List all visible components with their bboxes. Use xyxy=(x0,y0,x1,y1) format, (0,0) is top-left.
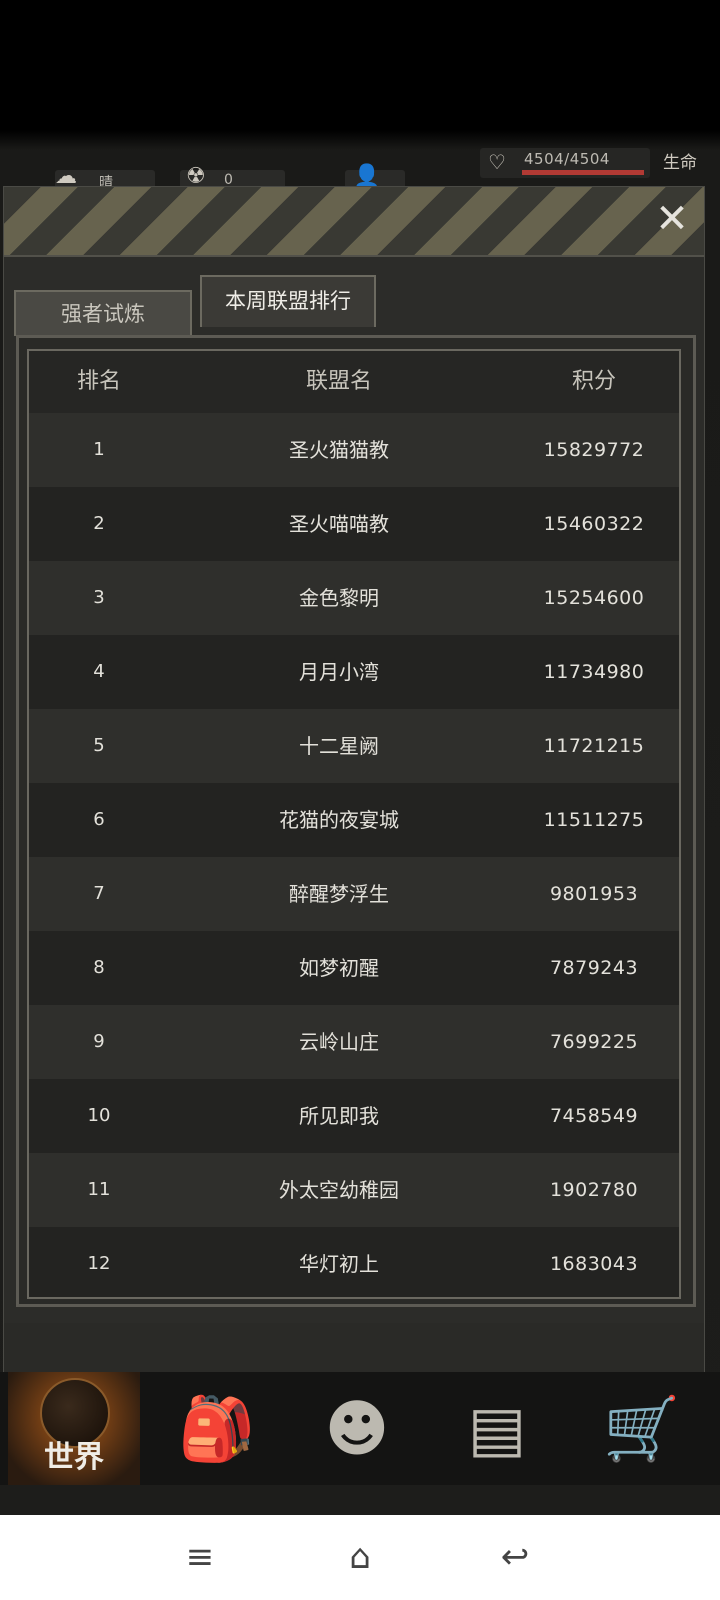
hp-label: 生命 xyxy=(663,153,697,173)
home-button[interactable]: ⌂ xyxy=(335,1535,385,1579)
cart-icon: 🛒 xyxy=(603,1392,681,1465)
score-cell: 7458549 xyxy=(549,1105,639,1127)
nav-phone[interactable]: ▤ xyxy=(425,1372,569,1485)
hazard-stripe-header xyxy=(4,187,704,257)
score-cell: 9801953 xyxy=(549,883,639,905)
alliance-name-cell: 华灯初上 xyxy=(299,1252,379,1276)
table-row[interactable]: 3 金色黎明 15254600 xyxy=(29,561,679,635)
table-row[interactable]: 6 花猫的夜宴城 11511275 xyxy=(29,783,679,857)
score-cell: 15254600 xyxy=(543,587,645,609)
backpack-icon: 🎒 xyxy=(178,1392,256,1465)
score-cell: 7699225 xyxy=(549,1031,639,1053)
nav-backpack[interactable]: 🎒 xyxy=(145,1372,289,1485)
nav-world[interactable]: 世界 xyxy=(8,1372,140,1485)
rank-cell: 11 xyxy=(87,1179,111,1200)
skills-head-icon: ☻ xyxy=(324,1392,390,1465)
rank-cell: 10 xyxy=(87,1105,111,1126)
score-cell: 1902780 xyxy=(549,1179,639,1201)
hp-bar xyxy=(522,170,644,175)
score-cell: 1683043 xyxy=(549,1253,639,1275)
score-cell: 7879243 xyxy=(549,957,639,979)
ranking-table-frame: 排名 联盟名 积分 1 圣火猫猫教 15829772 2 圣火喵喵教 15460322 3 金… xyxy=(16,335,696,1307)
heart-icon: ♡ xyxy=(488,150,506,174)
tab-strong-trial[interactable]: 强者试炼 xyxy=(14,290,192,336)
table-row[interactable]: 9 云岭山庄 7699225 xyxy=(29,1005,679,1079)
table-row[interactable]: 10 所见即我 7458549 xyxy=(29,1079,679,1153)
score-cell: 11511275 xyxy=(543,809,645,831)
table-header: 排名 联盟名 积分 xyxy=(29,351,679,413)
ranking-panel: ✕ 强者试炼 本周联盟排行 排名 联盟名 积分 1 圣火猫猫教 15829772 2 圣… xyxy=(3,186,705,1374)
nav-skills[interactable]: ☻ xyxy=(285,1372,429,1485)
hp-value: 4504/4504 xyxy=(524,150,610,168)
rank-cell: 8 xyxy=(93,957,105,978)
ranking-table[interactable]: 排名 联盟名 积分 1 圣火猫猫教 15829772 2 圣火喵喵教 15460322 3 金… xyxy=(27,349,681,1299)
back-button[interactable]: ↩ xyxy=(490,1535,540,1579)
table-row[interactable]: 5 十二星阙 11721215 xyxy=(29,709,679,783)
score-cell: 15829772 xyxy=(543,439,645,461)
menu-icon: ≡ xyxy=(185,1537,215,1577)
hp-indicator: ♡ 4504/4504 xyxy=(480,148,650,178)
alliance-name-cell: 十二星阙 xyxy=(299,734,379,758)
bottom-nav: 世界 🎒 ☻ ▤ 🛒 xyxy=(0,1372,720,1485)
alliance-name-cell: 圣火喵喵教 xyxy=(289,512,389,536)
rank-cell: 3 xyxy=(93,587,105,608)
rank-cell: 1 xyxy=(93,439,105,460)
alliance-name-cell: 月月小湾 xyxy=(299,660,379,684)
table-row[interactable]: 4 月月小湾 11734980 xyxy=(29,635,679,709)
rank-cell: 5 xyxy=(93,735,105,756)
alliance-name-cell: 花猫的夜宴城 xyxy=(279,808,399,832)
header-alliance-name: 联盟名 xyxy=(305,369,372,394)
header-score: 积分 xyxy=(571,369,616,394)
score-cell: 11734980 xyxy=(543,661,645,683)
rank-cell: 9 xyxy=(93,1031,105,1052)
nav-world-label: 世界 xyxy=(44,1440,104,1475)
rank-cell: 2 xyxy=(93,513,105,534)
menu-button[interactable]: ≡ xyxy=(175,1535,225,1579)
alliance-name-cell: 外太空幼稚园 xyxy=(279,1178,399,1202)
system-navigation-bar: ≡ ⌂ ↩ xyxy=(0,1515,720,1600)
alliance-name-cell: 云岭山庄 xyxy=(299,1030,379,1054)
score-cell: 15460322 xyxy=(543,513,645,535)
rank-cell: 7 xyxy=(93,883,105,904)
phone-icon: ▤ xyxy=(467,1392,527,1465)
table-row[interactable]: 8 如梦初醒 7879243 xyxy=(29,931,679,1005)
table-row[interactable]: 7 醉醒梦浮生 9801953 xyxy=(29,857,679,931)
home-icon: ⌂ xyxy=(349,1537,371,1577)
header-rank: 排名 xyxy=(76,369,121,394)
tab-weekly-alliance-ranking[interactable]: 本周联盟排行 xyxy=(200,275,376,327)
alliance-name-cell: 金色黎明 xyxy=(299,586,379,610)
panel-footer xyxy=(4,1323,704,1373)
close-icon: ✕ xyxy=(655,196,689,242)
table-row[interactable]: 12 华灯初上 1683043 xyxy=(29,1227,679,1297)
alliance-name-cell: 醉醒梦浮生 xyxy=(289,882,389,906)
back-icon: ↩ xyxy=(500,1537,530,1577)
close-button[interactable]: ✕ xyxy=(652,199,692,239)
table-row[interactable]: 1 圣火猫猫教 15829772 xyxy=(29,413,679,487)
score-cell: 11721215 xyxy=(543,735,645,757)
rank-cell: 12 xyxy=(87,1253,111,1274)
nav-shop[interactable]: 🛒 xyxy=(570,1372,714,1485)
table-row[interactable]: 11 外太空幼稚园 1902780 xyxy=(29,1153,679,1227)
alliance-name-cell: 所见即我 xyxy=(299,1104,379,1128)
alliance-name-cell: 圣火猫猫教 xyxy=(289,438,389,462)
alliance-name-cell: 如梦初醒 xyxy=(299,956,379,980)
rank-cell: 4 xyxy=(93,661,105,682)
table-row[interactable]: 2 圣火喵喵教 15460322 xyxy=(29,487,679,561)
rank-cell: 6 xyxy=(93,809,105,830)
